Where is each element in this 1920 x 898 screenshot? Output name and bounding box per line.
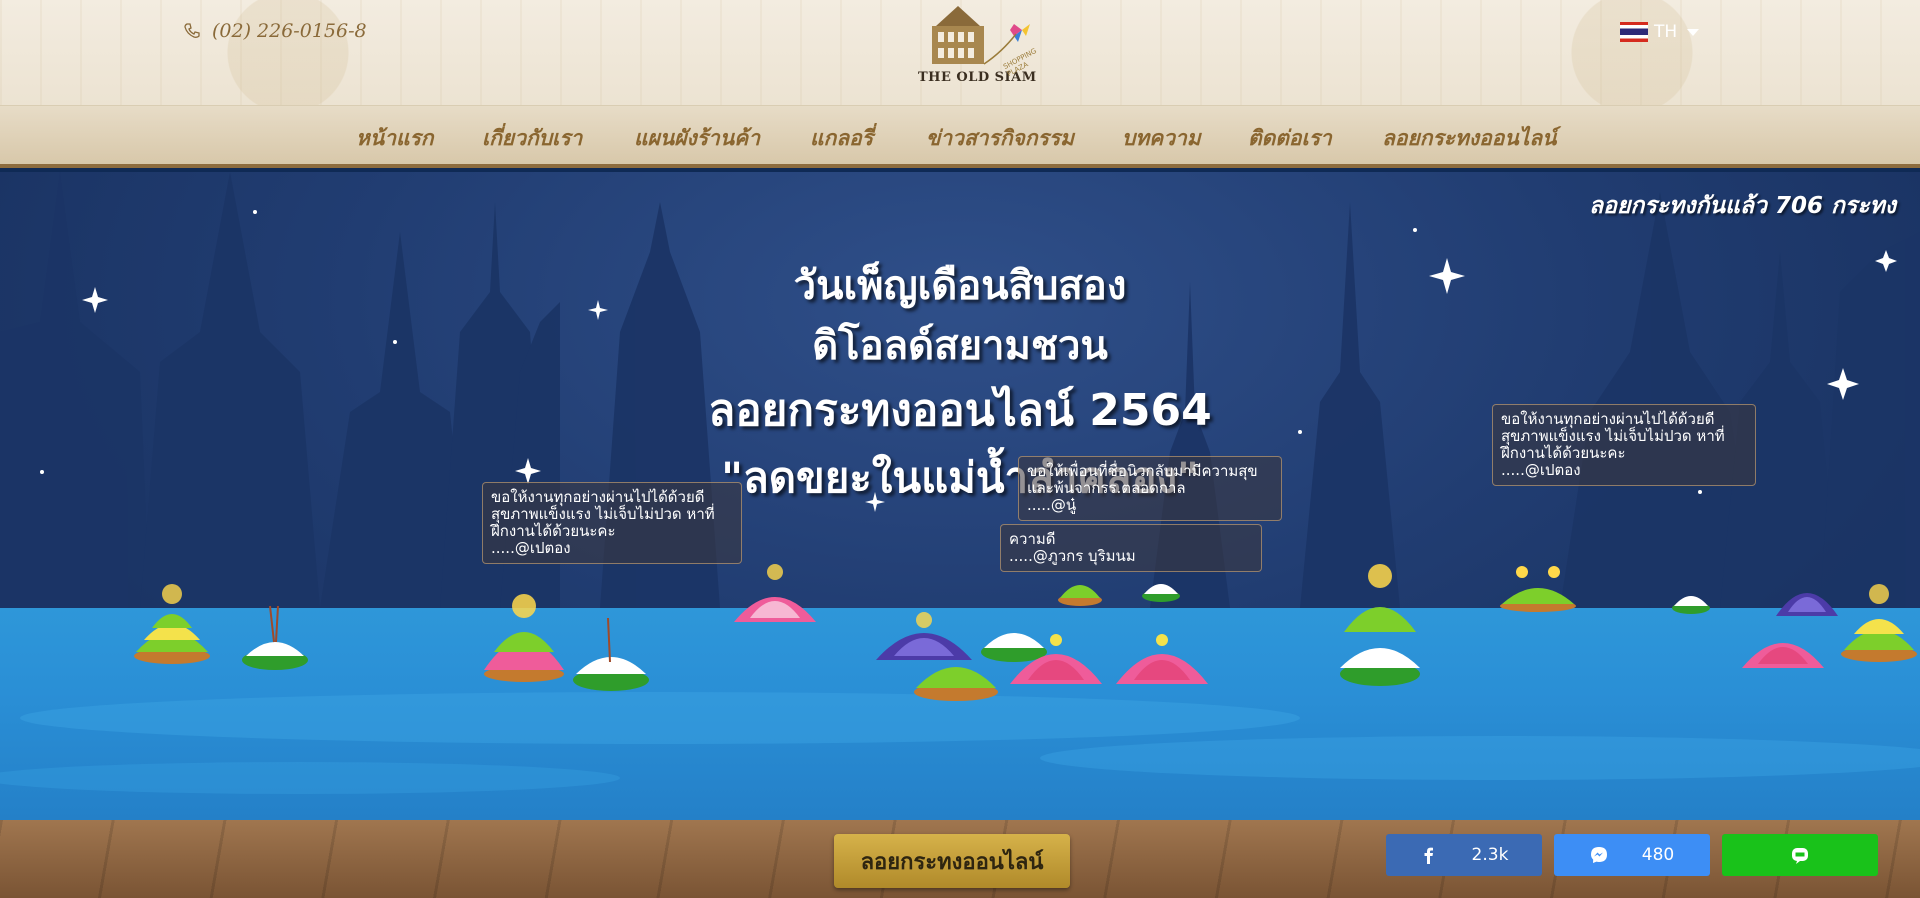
- krathong-icon: [1841, 584, 1917, 662]
- krathong-icon: [1776, 593, 1838, 616]
- messenger-share-count: 480: [1641, 845, 1675, 865]
- facebook-icon: [1424, 847, 1433, 864]
- header-bar: (02) 226-0156-8 THE OLD SIAM SHOPPING PL…: [0, 0, 1920, 106]
- krathong-icon: [134, 584, 210, 664]
- headline-line-3: ลอยกระทงออนไลน์ 2564: [708, 385, 1212, 436]
- thai-flag-icon: [1620, 22, 1648, 42]
- wish-message: ขอให้เพื่อนที่ชื่อนิวกลับมามีความสุขและพ…: [1018, 456, 1282, 521]
- phone-icon: [184, 23, 200, 38]
- nav-item-contact[interactable]: ติดต่อเรา: [1248, 122, 1332, 155]
- krathong-icon: [242, 605, 308, 670]
- wish-author: .....@นู๋: [1027, 496, 1077, 514]
- loy-krathong-scene: ลอยกระทงกันแล้ว 706 กระทง วันเพ็ญเดือนสิ…: [0, 172, 1920, 820]
- wish-text: ขอให้งานทุกอย่างผ่านไปได้ด้วยดี สุขภาพแข…: [1501, 410, 1725, 462]
- language-selector[interactable]: TH: [1620, 22, 1700, 42]
- line-icon: [1792, 848, 1808, 864]
- language-label: TH: [1654, 22, 1678, 42]
- phone-number: (02) 226-0156-8: [212, 20, 367, 42]
- krathong-icon: [1116, 634, 1208, 684]
- facebook-share-button[interactable]: 2.3k: [1386, 834, 1542, 876]
- nav-item-about[interactable]: เกี่ยวกับเรา: [482, 122, 582, 155]
- nav-item-gallery[interactable]: แกลอรี่: [810, 122, 873, 155]
- krathong-icon: [1500, 566, 1576, 612]
- wish-author: .....@เปตอง: [1501, 461, 1581, 479]
- krathong-icon: [1010, 634, 1102, 684]
- krathong-icon: [484, 594, 564, 682]
- wish-text: ขอให้งานทุกอย่างผ่านไปได้ด้วยดี สุขภาพแข…: [491, 488, 715, 540]
- nav-item-loy-krathong-online[interactable]: ลอยกระทงออนไลน์: [1382, 122, 1557, 155]
- krathong-icon: [734, 564, 816, 622]
- wish-message: ขอให้งานทุกอย่างผ่านไปได้ด้วยดี สุขภาพแข…: [482, 482, 742, 564]
- line-share-button[interactable]: [1722, 834, 1878, 876]
- messenger-icon: [1590, 847, 1607, 863]
- wish-text: ความดี: [1009, 530, 1056, 548]
- nav-item-home[interactable]: หน้าแรก: [356, 122, 434, 155]
- phone-contact[interactable]: (02) 226-0156-8: [184, 20, 367, 42]
- krathong-icon: [573, 617, 649, 691]
- nav-item-news[interactable]: ข่าวสารกิจกรรม: [926, 122, 1074, 155]
- chevron-down-icon: [1687, 28, 1700, 36]
- wish-author: .....@ภูวกร บุริมนม: [1009, 547, 1136, 565]
- krathong-icon: [1340, 564, 1420, 686]
- nav-item-articles[interactable]: บทความ: [1122, 122, 1201, 155]
- headline-line-1: วันเพ็ญเดือนสิบสอง: [793, 263, 1127, 309]
- krathong-counter: ลอยกระทงกันแล้ว 706 กระทง: [1589, 193, 1896, 219]
- nav-item-store-map[interactable]: แผนผังร้านค้า: [634, 122, 760, 155]
- headline-line-2: ดิโอลด์สยามชวน: [812, 323, 1108, 369]
- site-logo[interactable]: THE OLD SIAM SHOPPING PLAZA: [918, 4, 1052, 90]
- wish-message: ขอให้งานทุกอย่างผ่านไปได้ด้วยดี สุขภาพแข…: [1492, 404, 1756, 486]
- krathong-icon: [1672, 596, 1710, 614]
- wish-author: .....@เปตอง: [491, 539, 571, 557]
- main-nav: หน้าแรก เกี่ยวกับเรา แผนผังร้านค้า แกลอร…: [0, 106, 1920, 168]
- messenger-share-button[interactable]: 480: [1554, 834, 1710, 876]
- float-krathong-button[interactable]: ลอยกระทงออนไลน์: [834, 834, 1070, 888]
- wish-message: ความดี .....@ภูวกร บุริมนม: [1000, 524, 1262, 572]
- wish-text: ขอให้เพื่อนที่ชื่อนิวกลับมามีความสุขและพ…: [1027, 462, 1258, 497]
- facebook-share-count: 2.3k: [1471, 845, 1509, 865]
